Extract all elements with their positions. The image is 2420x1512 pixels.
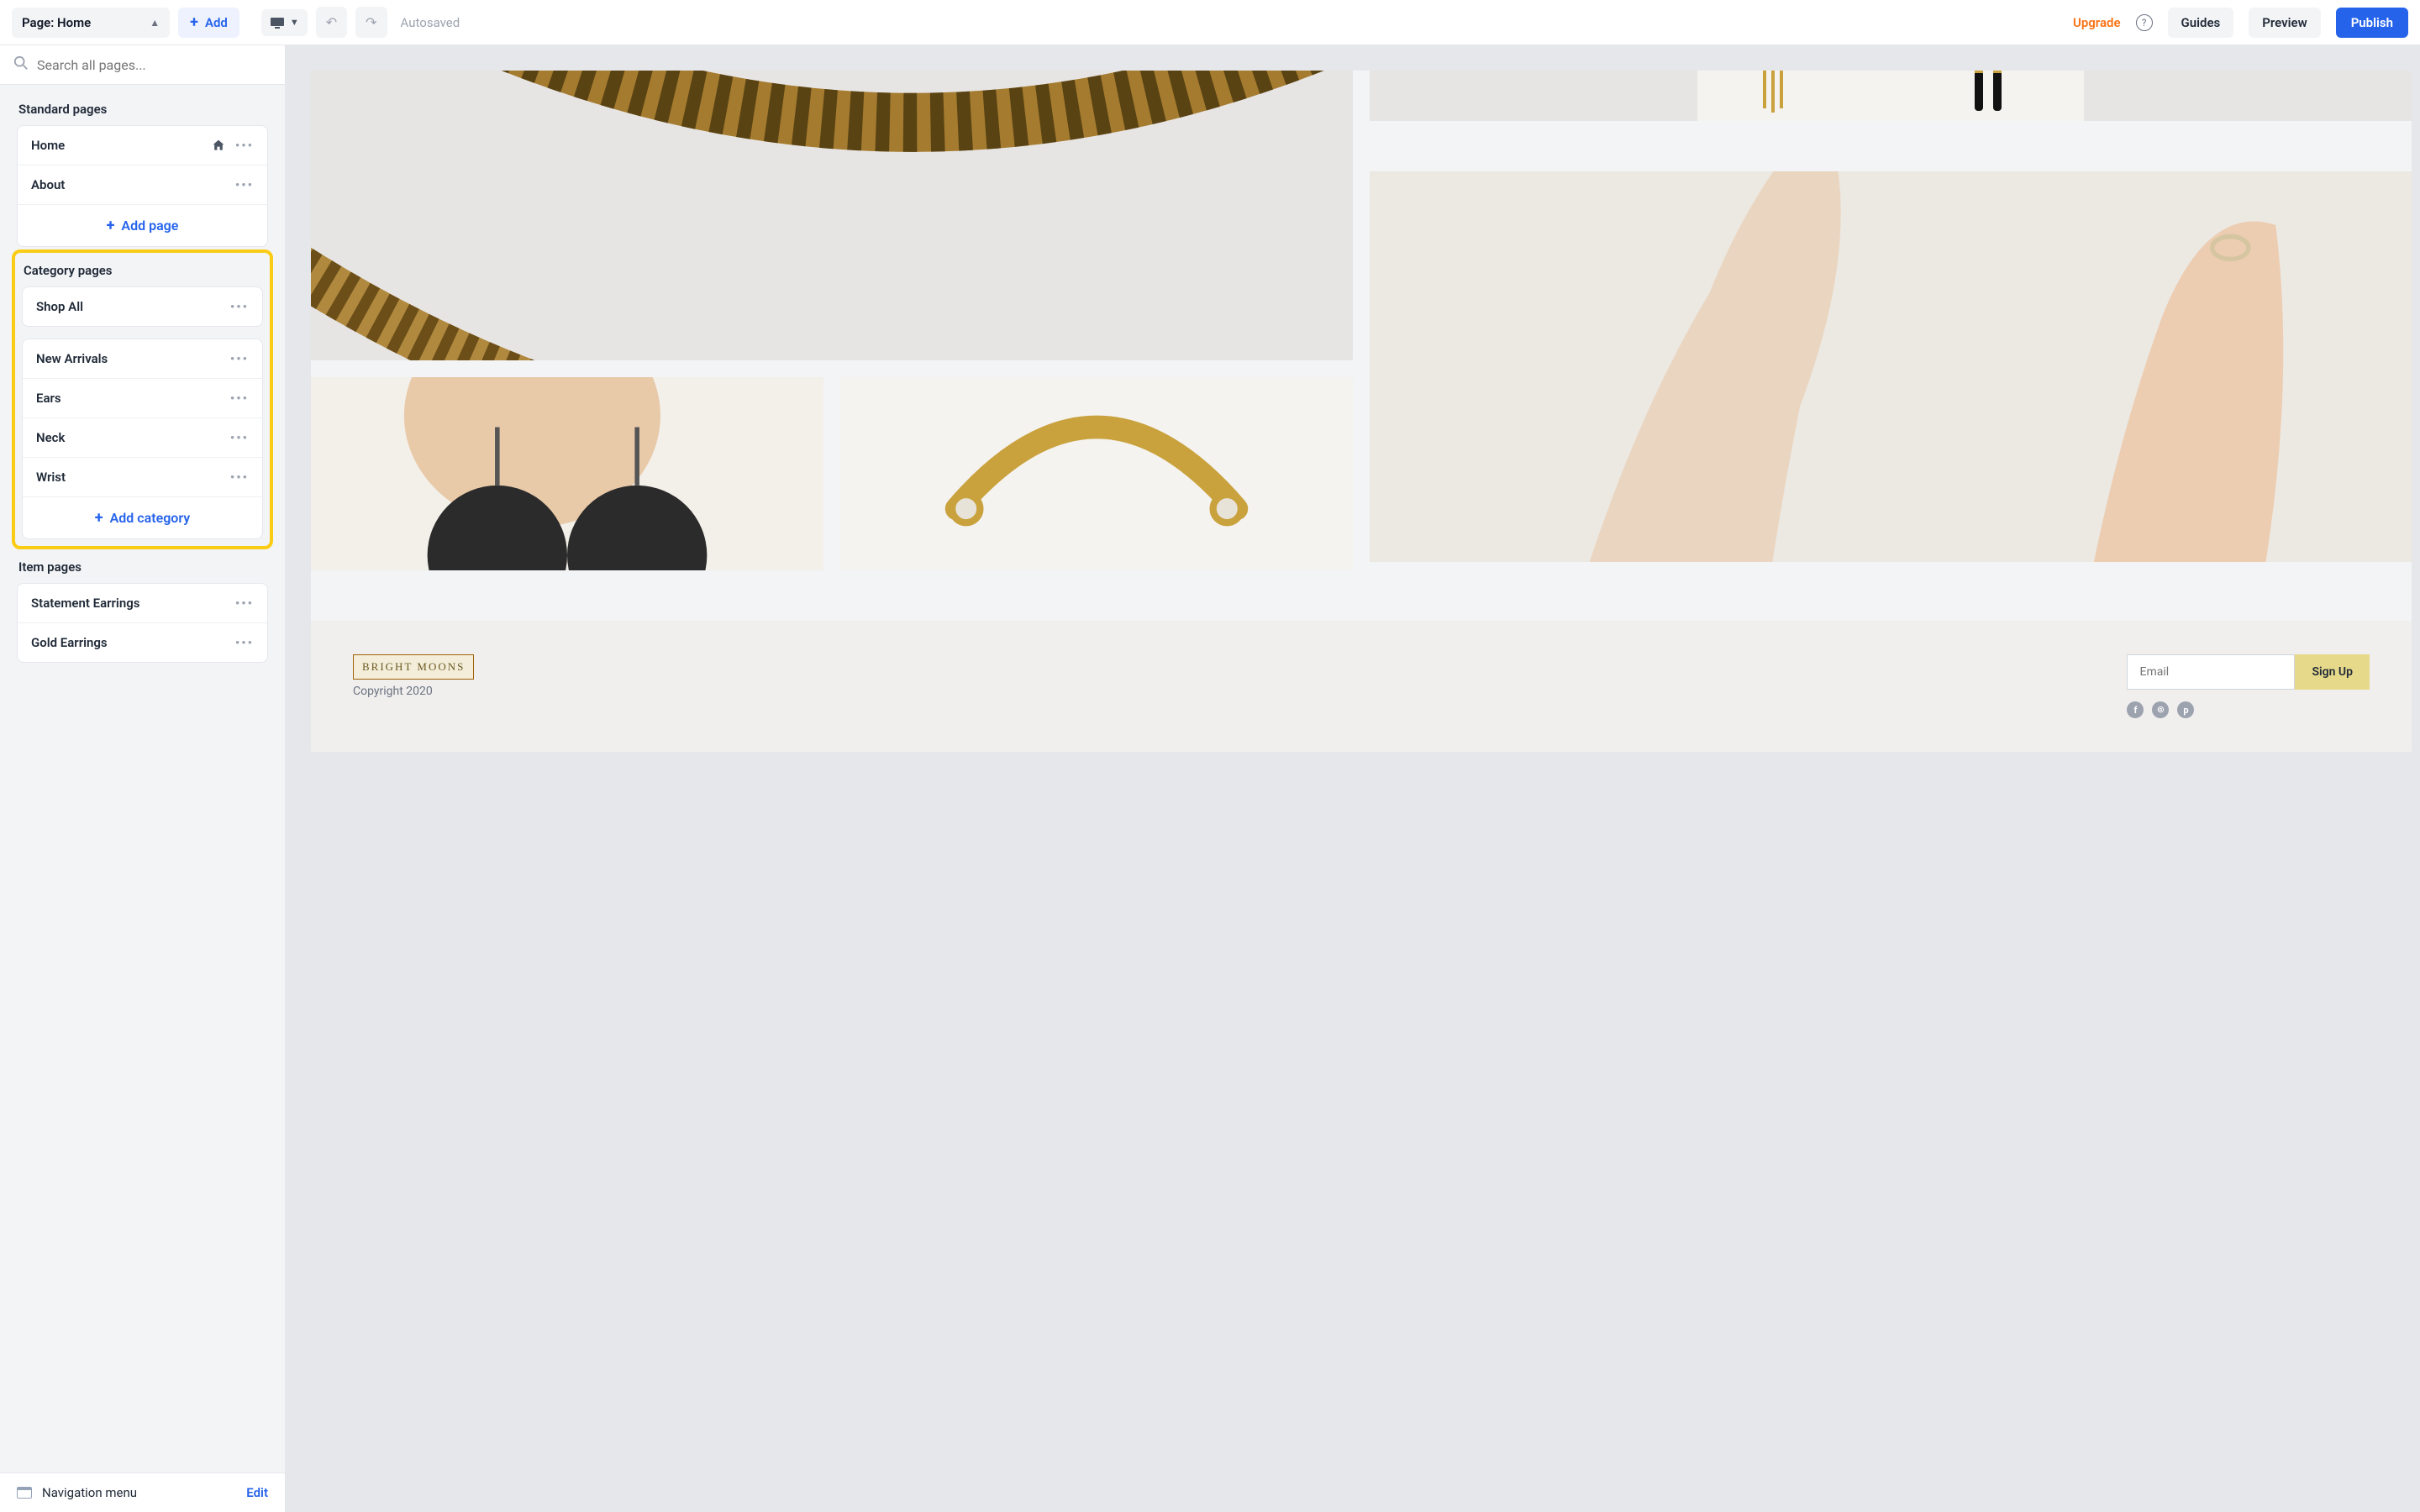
chevron-down-icon: ▼ <box>290 17 299 28</box>
more-icon[interactable]: ••• <box>235 177 254 192</box>
preview-button[interactable]: Preview <box>2249 8 2320 38</box>
page-selector-label: Page: Home <box>22 15 91 30</box>
category-row-ears[interactable]: Ears ••• <box>23 379 262 418</box>
item-row-statement-earrings[interactable]: Statement Earrings ••• <box>18 584 267 623</box>
item-pages-card: Statement Earrings ••• Gold Earrings ••• <box>17 583 268 663</box>
more-icon[interactable]: ••• <box>230 351 249 366</box>
more-icon[interactable]: ••• <box>235 635 254 650</box>
more-icon[interactable]: ••• <box>230 470 249 485</box>
add-category-button[interactable]: + Add category <box>23 497 262 538</box>
canvas-area[interactable]: BRIGHT MOONS Copyright 2020 Sign Up f ◎ <box>286 45 2420 1512</box>
product-image-top-earrings <box>1370 71 2412 121</box>
page-selector[interactable]: Page: Home ▲ <box>12 8 170 38</box>
product-image-earrings <box>311 377 823 570</box>
undo-icon: ↶ <box>326 14 337 30</box>
device-selector[interactable]: ▼ <box>261 9 308 36</box>
page-row-label: About <box>31 177 65 192</box>
edit-nav-button[interactable]: Edit <box>246 1485 268 1500</box>
category-row-wrist[interactable]: Wrist ••• <box>23 458 262 497</box>
more-icon[interactable]: ••• <box>230 391 249 406</box>
category-row-label: Ears <box>36 391 61 406</box>
category-row-label: New Arrivals <box>36 351 108 366</box>
plus-icon: + <box>190 15 198 30</box>
product-image-hands-bracelet <box>1370 171 2412 562</box>
add-button[interactable]: + Add <box>178 8 239 38</box>
category-pages-card: New Arrivals ••• Ears ••• Neck ••• Wri <box>22 339 263 539</box>
caret-up-icon: ▲ <box>150 17 160 29</box>
page-row-about[interactable]: About ••• <box>18 165 267 205</box>
more-icon[interactable]: ••• <box>230 430 249 445</box>
category-row-label: Wrist <box>36 470 66 485</box>
pages-sidebar: Standard pages Home ••• About ••• <box>0 45 286 1512</box>
item-row-label: Statement Earrings <box>31 596 139 611</box>
publish-button[interactable]: Publish <box>2336 8 2408 38</box>
category-row-label: Neck <box>36 430 65 445</box>
plus-icon: + <box>95 509 103 527</box>
social-icons: f ◎ p <box>2127 701 2370 718</box>
category-row-label: Shop All <box>36 299 83 314</box>
site-preview: BRIGHT MOONS Copyright 2020 Sign Up f ◎ <box>311 71 2412 752</box>
question-icon: ? <box>2142 17 2147 29</box>
search-row <box>0 45 285 85</box>
help-button[interactable]: ? <box>2136 14 2153 31</box>
email-field[interactable] <box>2127 654 2295 690</box>
layout-icon <box>17 1487 32 1499</box>
category-card-shopall: Shop All ••• <box>22 286 263 327</box>
redo-button[interactable]: ↷ <box>355 7 387 38</box>
page-row-home[interactable]: Home ••• <box>18 126 267 165</box>
category-row-neck[interactable]: Neck ••• <box>23 418 262 458</box>
category-row-shop-all[interactable]: Shop All ••• <box>23 287 262 326</box>
section-standard-title: Standard pages <box>18 102 268 117</box>
navigation-menu-label: Navigation menu <box>42 1485 137 1500</box>
more-icon[interactable]: ••• <box>230 299 249 314</box>
search-input[interactable] <box>37 57 271 73</box>
instagram-icon[interactable]: ◎ <box>2152 701 2169 718</box>
site-logo: BRIGHT MOONS <box>353 654 474 680</box>
section-category-title: Category pages <box>24 263 263 278</box>
standard-pages-card: Home ••• About ••• + Add page <box>17 125 268 247</box>
category-highlight: Category pages Shop All ••• New Arrivals… <box>12 249 273 549</box>
desktop-icon <box>270 17 285 29</box>
navigation-menu-row[interactable]: Navigation menu Edit <box>0 1473 285 1512</box>
product-image-bangle <box>840 377 1353 570</box>
site-footer: BRIGHT MOONS Copyright 2020 Sign Up f ◎ <box>311 621 2412 752</box>
add-page-label: Add page <box>121 218 178 234</box>
more-icon[interactable]: ••• <box>235 596 254 611</box>
item-row-gold-earrings[interactable]: Gold Earrings ••• <box>18 623 267 662</box>
more-icon[interactable]: ••• <box>235 138 254 153</box>
product-image-necklace-chain <box>311 71 1353 360</box>
copyright-text: Copyright 2020 <box>353 685 474 698</box>
redo-icon: ↷ <box>366 14 376 30</box>
add-page-button[interactable]: + Add page <box>18 205 267 246</box>
search-icon <box>13 55 29 74</box>
add-category-label: Add category <box>110 510 191 526</box>
home-icon <box>212 139 225 152</box>
topbar: Page: Home ▲ + Add ▼ ↶ ↷ Autosaved Upgra… <box>0 0 2420 45</box>
facebook-icon[interactable]: f <box>2127 701 2144 718</box>
section-item-title: Item pages <box>18 559 268 575</box>
plus-icon: + <box>107 217 115 234</box>
upgrade-link[interactable]: Upgrade <box>2073 15 2121 30</box>
signup-button[interactable]: Sign Up <box>2295 654 2370 690</box>
category-row-new-arrivals[interactable]: New Arrivals ••• <box>23 339 262 379</box>
add-button-label: Add <box>205 15 228 30</box>
subscribe-form: Sign Up <box>2127 654 2370 690</box>
page-row-label: Home <box>31 138 65 153</box>
item-row-label: Gold Earrings <box>31 635 108 650</box>
autosaved-label: Autosaved <box>401 15 460 30</box>
undo-button[interactable]: ↶ <box>316 7 347 38</box>
pinterest-icon[interactable]: p <box>2177 701 2194 718</box>
guides-button[interactable]: Guides <box>2168 8 2234 38</box>
